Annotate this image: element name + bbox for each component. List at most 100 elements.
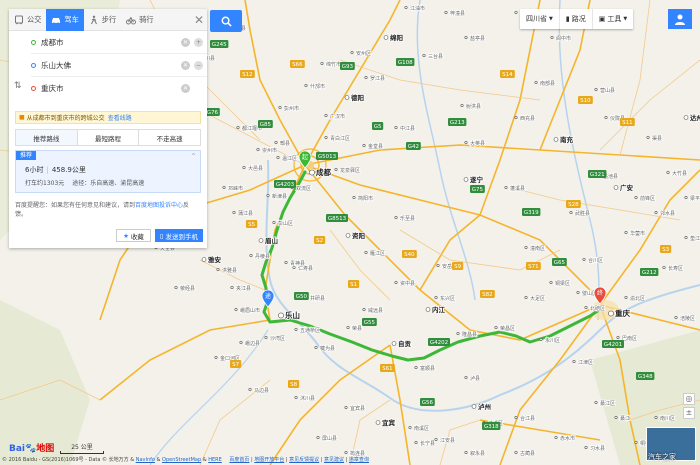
svg-text:S82: S82 — [482, 292, 493, 298]
close-panel-button[interactable]: ✕ — [191, 9, 207, 31]
svg-text:南充: 南充 — [560, 135, 574, 144]
svg-text:G4201: G4201 — [604, 342, 622, 348]
strategy-no-highway[interactable]: 不走高速 — [139, 130, 201, 145]
highway-shield: S40 — [402, 250, 417, 258]
tip-link[interactable]: 百度地图投诉中心 — [135, 202, 183, 209]
strategy-shortest[interactable]: 最短路程 — [77, 130, 140, 145]
svg-text:S8: S8 — [290, 382, 297, 388]
here-link[interactable]: HERE — [208, 457, 222, 463]
chevron-down-icon: ▼ — [549, 16, 553, 22]
search-button[interactable] — [210, 10, 242, 32]
collapse-icon[interactable]: ^ — [191, 153, 196, 160]
phone-icon: ▯ — [159, 231, 164, 240]
svg-text:威远县: 威远县 — [368, 307, 383, 314]
remove-waypoint-icon[interactable]: − — [194, 60, 203, 70]
add-waypoint-icon[interactable]: + — [194, 37, 203, 47]
region-selector[interactable]: 四川省 ▼ — [520, 9, 560, 29]
svg-text:眉山: 眉山 — [265, 236, 278, 245]
notice-link[interactable]: 查看线路 — [108, 113, 132, 122]
waypoint-dot-icon — [31, 62, 36, 68]
destination-field[interactable]: 重庆市 ✕ — [31, 77, 207, 100]
destination-dot-icon — [31, 86, 36, 91]
clear-destination-icon[interactable]: ✕ — [181, 84, 190, 93]
travel-mode-tabs: 公交 驾车 步行 骑行 ✕ — [9, 8, 207, 31]
route-inputs: ⇅ 成都市 ✕ + 乐山大佛 ✕ − 重庆市 ✕ — [9, 31, 207, 100]
swap-icon[interactable]: ⇅ — [14, 81, 22, 91]
tools-button[interactable]: ▣ 工具 ▼ — [593, 9, 633, 29]
svg-text:武胜县: 武胜县 — [575, 210, 590, 217]
footer-link[interactable]: 意见反馈提议 — [289, 457, 319, 463]
svg-text:绵阳: 绵阳 — [390, 33, 404, 42]
highway-shield: S1 — [348, 280, 360, 288]
svg-text:终: 终 — [597, 289, 603, 297]
clear-waypoint-icon[interactable]: ✕ — [181, 60, 190, 70]
tools-label: 工具 — [607, 15, 622, 23]
footer-link[interactable]: 违章查询 — [349, 457, 369, 463]
svg-text:G76: G76 — [207, 110, 219, 116]
svg-text:途: 途 — [265, 292, 271, 300]
clear-origin-icon[interactable]: ✕ — [181, 37, 190, 47]
svg-text:S3: S3 — [662, 247, 669, 253]
svg-text:邛崃市: 邛崃市 — [228, 185, 243, 192]
svg-text:大英县: 大英县 — [470, 140, 485, 147]
footer-link[interactable]: 意见建议 — [324, 457, 344, 463]
favorite-button[interactable]: ★ 收藏 — [116, 229, 151, 242]
tab-bus[interactable]: 公交 — [9, 9, 46, 31]
origin-text[interactable]: 成都市 — [41, 37, 181, 48]
copyright-sep1: & — [154, 457, 163, 463]
highway-shield: G318 — [482, 422, 501, 430]
svg-text:长宁县: 长宁县 — [420, 440, 435, 447]
navinfo-link[interactable]: NavInfo — [136, 457, 155, 463]
traffic-button[interactable]: ▮ 路况 — [560, 9, 593, 29]
tab-drive[interactable]: 驾车 — [46, 8, 84, 31]
tab-bike[interactable]: 骑行 — [121, 9, 158, 31]
origin-field[interactable]: 成都市 ✕ + — [31, 31, 207, 54]
scale-line — [60, 451, 104, 454]
highway-shield: S66 — [290, 60, 305, 68]
svg-text:金堂县: 金堂县 — [368, 143, 383, 150]
locate-button[interactable]: ◎ — [683, 393, 695, 405]
svg-text:西充县: 西充县 — [520, 115, 535, 122]
highway-shield: G212 — [640, 268, 659, 276]
close-icon: ✕ — [193, 13, 205, 27]
svg-text:彭山区: 彭山区 — [278, 220, 293, 227]
scale-label: 25 公里 — [71, 444, 93, 451]
highway-shield: S12 — [240, 70, 255, 78]
send-to-phone-button[interactable]: ▯ 发送到手机 — [154, 229, 203, 242]
svg-text:S71: S71 — [528, 264, 539, 270]
svg-text:南部县: 南部县 — [540, 80, 555, 87]
tab-walk[interactable]: 步行 — [84, 9, 121, 31]
svg-text:东兴区: 东兴区 — [440, 295, 455, 302]
svg-text:泸州: 泸州 — [478, 402, 491, 411]
svg-text:合川区: 合川区 — [588, 257, 603, 264]
svg-text:G5013: G5013 — [318, 154, 337, 160]
svg-text:G318: G318 — [484, 424, 499, 430]
highway-shield: S82 — [480, 290, 495, 298]
highway-shield: G56 — [420, 398, 435, 406]
svg-text:射洪县: 射洪县 — [466, 103, 481, 110]
svg-text:马边县: 马边县 — [254, 387, 269, 394]
footer-link[interactable]: 百度首页 — [229, 457, 249, 463]
star-icon: ★ — [123, 231, 129, 240]
send-label: 发送到手机 — [165, 232, 199, 241]
user-button[interactable] — [668, 9, 692, 29]
waypoint-field[interactable]: 乐山大佛 ✕ − — [31, 54, 207, 77]
strategy-recommended[interactable]: 推荐路线 — [16, 130, 78, 145]
recommended-badge: 推荐 — [16, 151, 37, 160]
car-icon — [52, 17, 61, 24]
svg-text:合江县: 合江县 — [520, 415, 535, 422]
destination-text[interactable]: 重庆市 — [41, 83, 181, 94]
footer-link[interactable]: 地图开放平台 — [254, 457, 284, 463]
svg-text:江油市: 江油市 — [410, 5, 425, 12]
region-label: 四川省 — [526, 15, 547, 23]
svg-text:G85: G85 — [260, 122, 272, 128]
svg-text:起: 起 — [302, 153, 308, 161]
waypoint-text[interactable]: 乐山大佛 — [41, 60, 181, 71]
osm-link[interactable]: OpenStreetMap — [162, 457, 201, 463]
svg-text:广汉市: 广汉市 — [330, 113, 345, 120]
zoom-control[interactable]: ± — [683, 407, 695, 419]
route-result[interactable]: 推荐 ^ 6小时 | 458.9公里 打车约1303元 途径：乐自高速、渝昆高速 — [15, 150, 201, 193]
svg-text:S28: S28 — [568, 202, 579, 208]
zoom-icon: ± — [685, 408, 693, 417]
baidu-logo: Bai🐾地图 — [9, 441, 54, 454]
